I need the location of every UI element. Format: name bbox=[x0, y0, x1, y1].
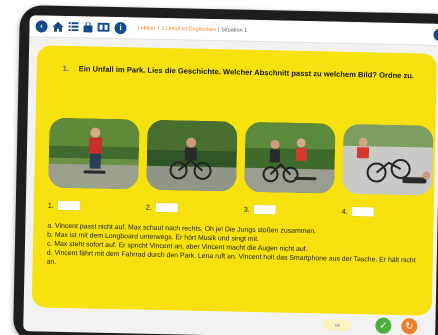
photo-longboard bbox=[48, 117, 140, 190]
app-screen: ‹ i Lektion 7 1 Unfall im Englischen | S… bbox=[23, 15, 438, 335]
story-paragraphs: a. Vincent passt nicht auf. Max schaut n… bbox=[47, 222, 420, 275]
photo-fallen bbox=[342, 123, 434, 196]
breadcrumb-path[interactable]: Lektion 7 1 Unfall im Englischen bbox=[137, 25, 215, 33]
drop-zone[interactable] bbox=[252, 203, 277, 216]
answer-slots: 1. 2. 3. 4. bbox=[47, 199, 428, 222]
top-navigation-bar: ‹ i Lektion 7 1 Unfall im Englischen | S… bbox=[29, 15, 438, 46]
photo-collision bbox=[244, 121, 336, 194]
task-text: Ein Unfall im Park. Lies die Geschichte.… bbox=[78, 64, 415, 81]
slot-label: 1. bbox=[47, 200, 54, 210]
bag-icon[interactable] bbox=[83, 21, 93, 33]
slot-2: 2. bbox=[145, 201, 179, 214]
tablet-frame: ‹ i Lektion 7 1 Unfall im Englischen | S… bbox=[12, 5, 438, 335]
slot-1: 1. bbox=[47, 199, 81, 212]
slot-label: 4. bbox=[341, 206, 348, 216]
drop-zone[interactable] bbox=[154, 201, 179, 214]
slot-3: 3. bbox=[243, 203, 277, 216]
photo-bicycle bbox=[146, 119, 238, 192]
drop-zone[interactable] bbox=[56, 199, 81, 212]
drop-zone[interactable] bbox=[350, 205, 375, 218]
home-icon[interactable] bbox=[52, 20, 64, 32]
task-number: 1. bbox=[62, 63, 70, 74]
list-icon[interactable] bbox=[68, 21, 79, 33]
slot-label: 3. bbox=[243, 204, 250, 214]
breadcrumb-current: Situation 1 bbox=[221, 26, 248, 34]
check-icon[interactable]: ✓ bbox=[375, 317, 392, 334]
info-icon[interactable]: i bbox=[114, 21, 127, 34]
reset-icon[interactable]: ↻ bbox=[401, 318, 418, 335]
task-instruction: 1. Ein Unfall im Park. Lies die Geschich… bbox=[63, 64, 423, 82]
next-page-icon[interactable]: › bbox=[433, 28, 438, 41]
slot-4: 4. bbox=[341, 205, 375, 218]
book-icon[interactable] bbox=[97, 21, 110, 33]
exercise-card: 1. Ein Unfall im Park. Lies die Geschich… bbox=[31, 45, 438, 316]
breadcrumb-separator: | bbox=[217, 26, 220, 33]
photo-row bbox=[44, 117, 435, 200]
slot-label: 2. bbox=[145, 202, 152, 212]
back-icon[interactable]: ‹ bbox=[35, 19, 48, 33]
neutral-button[interactable]: ok bbox=[323, 319, 352, 332]
